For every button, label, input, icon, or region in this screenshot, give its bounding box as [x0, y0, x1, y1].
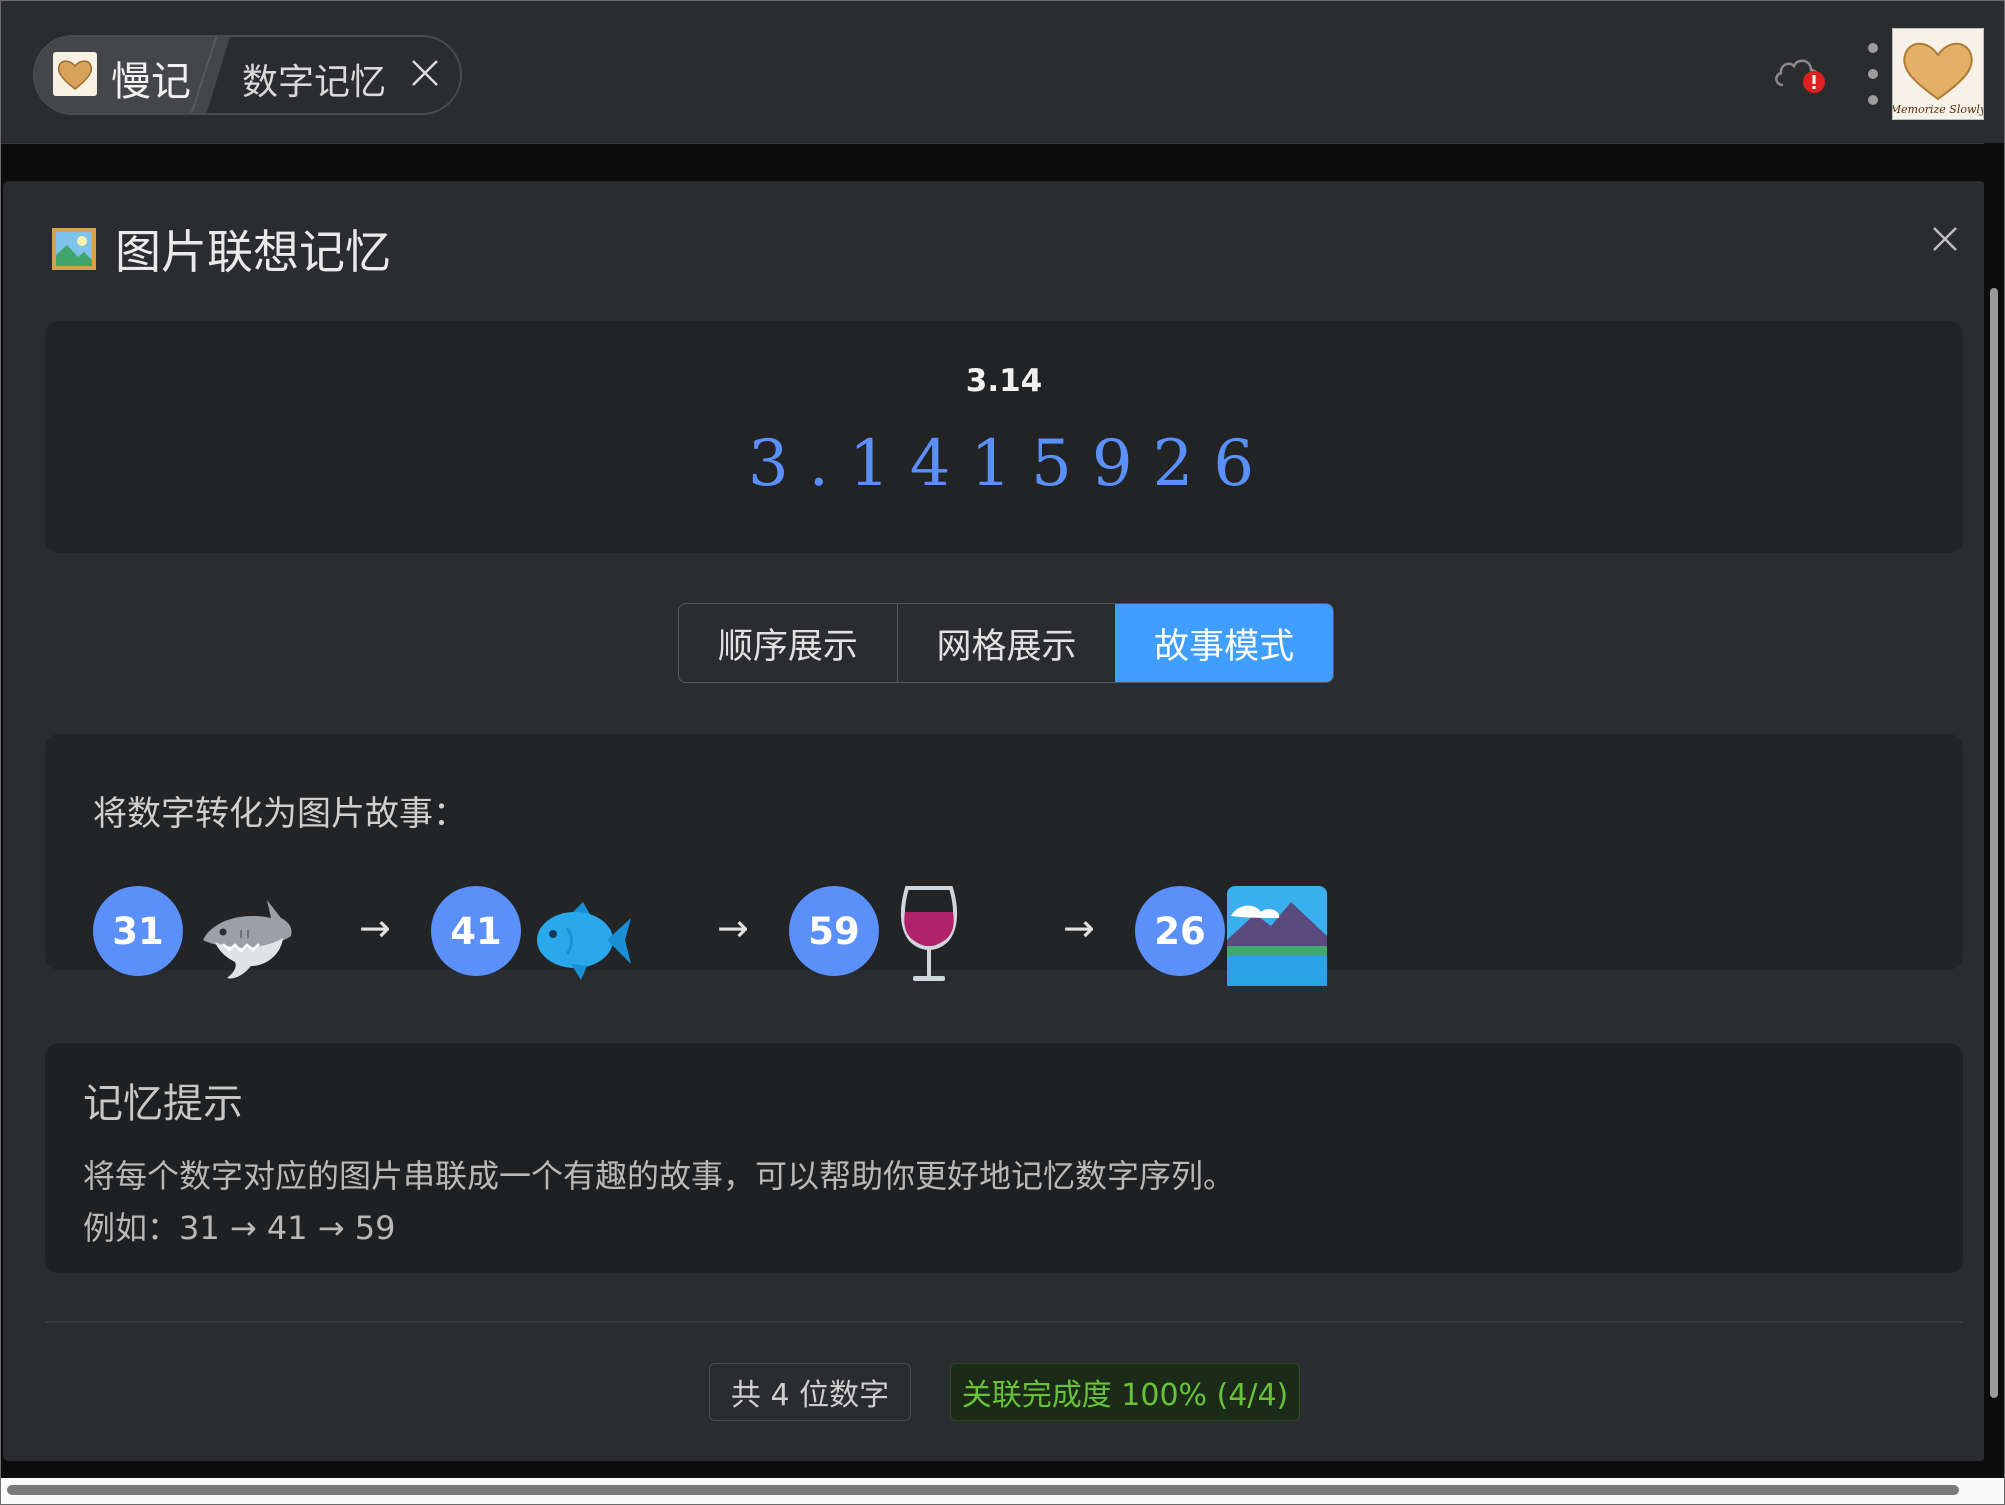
story-number: 59	[789, 886, 879, 976]
image-association-dialog: 图片联想记忆 3.14 3.1415926 顺序展示 网格展示 故事模式 将数字…	[3, 181, 1986, 1461]
tab-bar: 慢记 数字记忆	[33, 35, 462, 115]
framed-picture-icon	[52, 228, 96, 270]
horizontal-scrollbar-thumb[interactable]	[7, 1485, 1959, 1495]
story-arrow: →	[359, 906, 391, 950]
divider	[45, 1321, 1963, 1323]
view-mode-grid[interactable]: 网格展示	[896, 604, 1116, 682]
story-arrow: →	[1063, 906, 1095, 950]
memory-tip-card: 记忆提示 将每个数字对应的图片串联成一个有趣的故事，可以帮助你更好地记忆数字序列…	[45, 1043, 1963, 1273]
app-logo-icon	[53, 52, 97, 96]
avatar-logo-text: Memorize Slowly	[1893, 103, 1983, 116]
tip-description: 将每个数字对应的图片串联成一个有趣的故事，可以帮助你更好地记忆数字序列。	[83, 1157, 1236, 1195]
landscape-icon	[1227, 886, 1327, 986]
tip-title: 记忆提示	[83, 1081, 243, 1127]
story-number: 31	[93, 886, 183, 976]
vertical-scrollbar[interactable]	[1984, 143, 2004, 1478]
top-bar: 慢记 数字记忆 Memorize Slowly	[1, 1, 2004, 144]
close-dialog-icon[interactable]	[1929, 223, 1961, 255]
view-mode-switch: 顺序展示 网格展示 故事模式	[678, 603, 1334, 683]
number-digits: 3.1415926	[747, 427, 1275, 501]
more-menu-icon[interactable]	[1863, 43, 1883, 105]
wine-glass-icon	[900, 886, 958, 981]
vertical-scrollbar-thumb[interactable]	[1990, 288, 1998, 1398]
number-name: 3.14	[965, 363, 1043, 399]
app-window: 慢记 数字记忆 Memorize Slowly 图片联想记忆 3.14 3.14…	[0, 0, 2005, 1505]
story-number: 41	[431, 886, 521, 976]
story-number: 26	[1135, 886, 1225, 976]
number-card: 3.14 3.1415926	[45, 321, 1963, 553]
story-card: 将数字转化为图片故事： 31 → 41 → 59 → 26	[45, 734, 1963, 986]
cloud-sync-alert-icon[interactable]	[1771, 49, 1831, 99]
shark-icon	[203, 900, 292, 979]
tip-example: 例如：31 → 41 → 59	[83, 1209, 396, 1247]
tab-digit-memory[interactable]: 数字记忆	[242, 53, 386, 105]
horizontal-scrollbar[interactable]	[1, 1478, 2004, 1504]
association-progress-badge: 关联完成度 100% (4/4)	[950, 1363, 1300, 1421]
view-mode-story[interactable]: 故事模式	[1115, 604, 1333, 682]
digit-count-badge: 共 4 位数字	[709, 1363, 911, 1421]
dialog-header: 图片联想记忆	[51, 221, 391, 279]
view-mode-sequential[interactable]: 顺序展示	[679, 604, 897, 682]
avatar[interactable]: Memorize Slowly	[1889, 28, 1987, 120]
home-tab-label[interactable]: 慢记	[111, 49, 191, 107]
close-tab-icon[interactable]	[405, 53, 445, 93]
dialog-title: 图片联想记忆	[115, 225, 391, 279]
story-arrow: →	[717, 906, 749, 950]
fish-icon	[537, 902, 631, 980]
story-header: 将数字转化为图片故事：	[93, 794, 467, 834]
